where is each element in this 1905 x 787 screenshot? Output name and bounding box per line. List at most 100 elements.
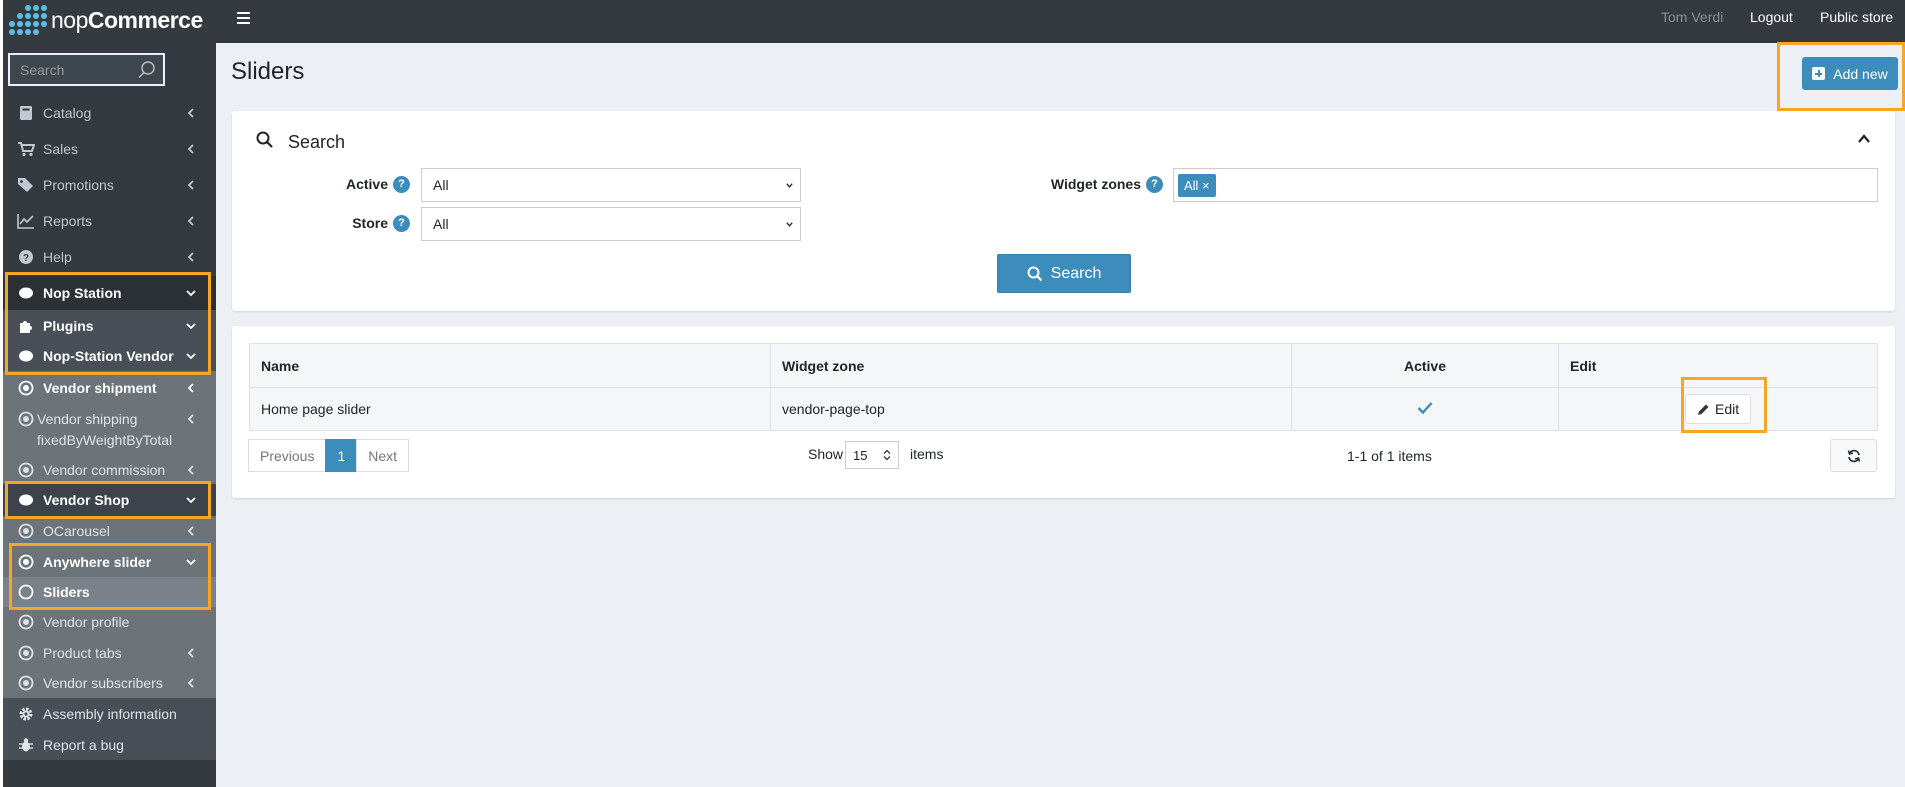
store-help-icon[interactable]: ? xyxy=(393,215,410,232)
sidebar-item-vendor-shipping[interactable]: Vendor shipping fixedByWeightByTotal xyxy=(3,404,216,452)
cart-icon xyxy=(17,140,35,158)
svg-text:?: ? xyxy=(23,253,29,264)
puzzle-icon xyxy=(17,317,35,335)
chevron-left-icon xyxy=(187,144,194,154)
sidebar-item-label: Vendor Shop xyxy=(43,492,130,508)
pagination-previous[interactable]: Previous xyxy=(248,439,327,472)
search-button[interactable]: Search xyxy=(997,254,1131,293)
book-icon xyxy=(17,104,35,122)
dot-circle-icon xyxy=(17,644,35,662)
sidebar-item-sales[interactable]: Sales xyxy=(3,132,216,166)
search-icon[interactable] xyxy=(137,60,157,80)
cloud-icon xyxy=(17,491,35,509)
page-size-select[interactable]: 15 xyxy=(845,441,899,469)
sidebar-item-label: Vendor subscribers xyxy=(43,674,163,691)
table-row: Home page slider vendor-page-top Edit xyxy=(249,387,1878,431)
search-card-title: Search xyxy=(288,132,346,152)
sidebar-search-input[interactable]: Search xyxy=(8,53,165,86)
add-new-label: Add new xyxy=(1833,65,1888,82)
table-header-row: Name Widget zone Active Edit xyxy=(249,343,1878,388)
gear-icon xyxy=(17,705,35,723)
logout-link[interactable]: Logout xyxy=(1750,9,1793,25)
sidebar-item-label: Assembly information xyxy=(43,705,177,722)
widget-zones-multiselect[interactable]: All × xyxy=(1173,168,1878,202)
add-new-button[interactable]: Add new xyxy=(1802,57,1898,90)
sidebar-item-vendor-shop[interactable]: Vendor Shop xyxy=(3,484,216,516)
logo[interactable]: nopCommerce xyxy=(5,0,215,40)
sidebar-search-placeholder: Search xyxy=(20,61,65,78)
widget-zones-help-icon[interactable]: ? xyxy=(1146,176,1163,193)
sidebar-item-report-a-bug[interactable]: Report a bug xyxy=(3,729,216,760)
circle-icon xyxy=(17,583,35,601)
pagination: Previous 1 Next xyxy=(248,439,410,472)
pencil-icon xyxy=(1698,404,1709,415)
sidebar-item-label: Anywhere slider xyxy=(43,554,152,570)
sidebar-item-label: Product tabs xyxy=(43,644,122,661)
sidebar-item-catalog[interactable]: Catalog xyxy=(3,96,216,130)
logo-dots-icon xyxy=(5,3,49,37)
bug-icon xyxy=(17,736,35,754)
active-label: Active xyxy=(345,176,388,192)
sidebar-item-label: Vendor commission xyxy=(43,462,166,478)
sidebar-item-plugins[interactable]: Plugins xyxy=(3,310,216,342)
chevron-left-icon xyxy=(187,383,194,393)
chevron-left-icon xyxy=(187,216,194,226)
sidebar-item-vendor-profile[interactable]: Vendor profile xyxy=(3,607,216,637)
sidebar-item-vendor-subscribers[interactable]: Vendor subscribers xyxy=(3,667,216,698)
sidebar-item-vendor-commission[interactable]: Vendor commission xyxy=(3,454,216,486)
sidebar-item-label: Sliders xyxy=(43,584,90,600)
sidebar-item-promotions[interactable]: Promotions xyxy=(3,168,216,202)
search-icon xyxy=(1027,266,1042,281)
chart-line-icon xyxy=(17,212,35,230)
page-size-value: 15 xyxy=(853,447,868,463)
cell-active xyxy=(1291,387,1559,431)
sidebar-item-reports[interactable]: Reports xyxy=(3,204,216,238)
top-navbar: Tom Verdi Logout Public store xyxy=(216,0,1905,43)
plus-square-icon xyxy=(1812,67,1826,80)
sidebar-item-label: Plugins xyxy=(43,318,94,334)
sidebar-item-vendor-shipment[interactable]: Vendor shipment xyxy=(3,372,216,404)
active-help-icon[interactable]: ? xyxy=(393,176,410,193)
search-icon xyxy=(256,131,273,148)
sidebar-item-sliders[interactable]: Sliders xyxy=(3,577,216,607)
chevron-left-icon xyxy=(187,180,194,190)
widget-zone-tag-all[interactable]: All × xyxy=(1178,173,1216,197)
cell-name: Home page slider xyxy=(249,387,771,431)
sidebar-item-nop-station[interactable]: Nop Station xyxy=(3,276,216,310)
sidebar: nopCommerce Search Catalog Sales Promoti… xyxy=(0,0,216,787)
store-select[interactable]: All xyxy=(421,207,801,241)
column-header-widget-zone[interactable]: Widget zone xyxy=(770,343,1292,388)
logo-text: nopCommerce xyxy=(51,6,203,33)
dot-circle-icon xyxy=(17,553,35,571)
sidebar-item-ocarousel[interactable]: OCarousel xyxy=(3,516,216,546)
items-label: items xyxy=(910,446,944,462)
sidebar-item-product-tabs[interactable]: Product tabs xyxy=(3,637,216,668)
dot-circle-icon xyxy=(17,674,35,692)
column-header-active[interactable]: Active xyxy=(1291,343,1559,388)
tags-icon xyxy=(17,176,35,194)
sidebar-item-nop-station-vendor[interactable]: Nop-Station Vendor xyxy=(3,340,216,371)
sidebar-item-label: Nop Station xyxy=(43,285,122,301)
dot-circle-icon xyxy=(17,522,35,540)
sidebar-item-assembly-information[interactable]: Assembly information xyxy=(3,698,216,729)
chevron-left-icon xyxy=(187,414,194,424)
edit-button[interactable]: Edit xyxy=(1685,394,1752,424)
chevron-up-icon[interactable] xyxy=(1857,132,1871,146)
public-store-link[interactable]: Public store xyxy=(1820,9,1893,25)
refresh-button[interactable] xyxy=(1830,439,1877,472)
sidebar-item-label: Promotions xyxy=(43,177,114,193)
sidebar-item-anywhere-slider[interactable]: Anywhere slider xyxy=(3,546,216,578)
current-user-name[interactable]: Tom Verdi xyxy=(1661,9,1723,25)
pagination-page-1[interactable]: 1 xyxy=(325,439,358,472)
sidebar-item-label: Catalog xyxy=(43,105,92,121)
hamburger-menu-icon[interactable] xyxy=(236,10,252,26)
pagination-next[interactable]: Next xyxy=(356,439,410,472)
cell-widget-zone: vendor-page-top xyxy=(770,387,1292,431)
active-select[interactable]: All xyxy=(421,168,801,202)
page-title: Sliders xyxy=(231,58,305,85)
column-header-name[interactable]: Name xyxy=(249,343,771,388)
sidebar-item-help[interactable]: ? Help xyxy=(3,240,216,274)
chevron-left-icon xyxy=(187,647,194,658)
refresh-icon xyxy=(1847,449,1860,462)
chevron-left-icon xyxy=(187,526,194,536)
